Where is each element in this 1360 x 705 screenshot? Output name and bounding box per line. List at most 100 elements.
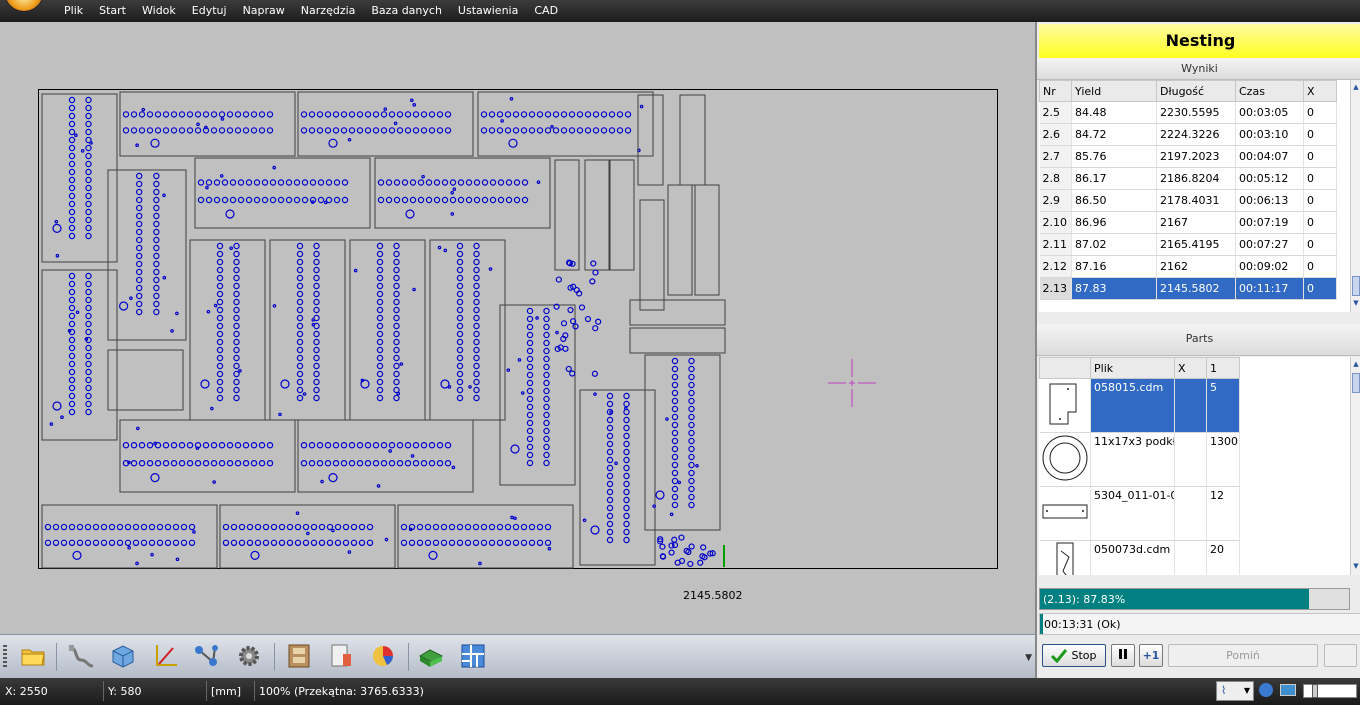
nodes-icon[interactable] — [190, 639, 224, 673]
zoom-slider-thumb[interactable] — [1312, 684, 1318, 698]
units-label: [mm] — [211, 685, 242, 698]
part-x — [1174, 378, 1207, 433]
results-cell: 86.96 — [1071, 211, 1157, 234]
results-cell: 2162 — [1156, 255, 1236, 278]
parts-col-header[interactable] — [1039, 357, 1091, 379]
results-cell: 2.5 — [1039, 101, 1072, 124]
results-cell: 2167 — [1156, 211, 1236, 234]
results-row[interactable]: 2.8 86.17 2186.8204 00:05:12 0 — [1039, 167, 1337, 190]
part-file: 058015.cdm — [1090, 378, 1175, 433]
plus-one-button[interactable]: +1 — [1139, 644, 1163, 667]
panel-title: Nesting — [1039, 24, 1360, 58]
results-row[interactable]: 2.12 87.16 2162 00:09:02 0 — [1039, 255, 1337, 278]
results-row[interactable]: 2.5 84.48 2230.5595 00:03:05 0 — [1039, 101, 1337, 124]
parts-row[interactable]: 058015.cdm 5 — [1039, 378, 1240, 433]
pause-icon — [1118, 649, 1128, 662]
parts-scroll-thumb[interactable] — [1352, 373, 1360, 393]
gear-icon[interactable] — [232, 639, 266, 673]
app-menu-button[interactable] — [4, 0, 44, 12]
axes-icon[interactable] — [148, 639, 182, 673]
zoom-label: 100% (Przekątna: 3765.6333) — [259, 685, 424, 698]
results-cell: 84.72 — [1071, 123, 1157, 146]
zoom-slider[interactable] — [1303, 684, 1357, 698]
results-scroll-thumb[interactable] — [1352, 276, 1360, 296]
chevron-down-icon: ▼ — [1243, 686, 1250, 695]
scroll-up-icon[interactable]: ▲ — [1351, 82, 1360, 93]
menu-plik[interactable]: Plik — [56, 0, 91, 22]
results-col-header[interactable]: Nr — [1039, 80, 1072, 102]
results-col-header[interactable]: Yield — [1071, 80, 1157, 102]
toolbar-grip[interactable] — [3, 645, 7, 669]
results-row[interactable]: 2.6 84.72 2224.3226 00:03:10 0 — [1039, 123, 1337, 146]
results-cell: 87.16 — [1071, 255, 1157, 278]
menu-cad[interactable]: CAD — [526, 0, 566, 22]
scroll-up-icon[interactable]: ▲ — [1351, 359, 1360, 370]
menu-edytuj[interactable]: Edytuj — [184, 0, 235, 22]
bottom-toolbar: ▼ — [0, 634, 1035, 678]
results-row[interactable]: 2.10 86.96 2167 00:07:19 0 — [1039, 211, 1337, 234]
results-row[interactable]: 2.13 87.83 2145.5802 00:11:17 0 — [1039, 277, 1337, 300]
extra-button[interactable] — [1324, 644, 1357, 667]
scroll-down-icon[interactable]: ▼ — [1351, 298, 1360, 309]
film-icon[interactable] — [282, 639, 316, 673]
results-cell: 00:03:10 — [1235, 123, 1304, 146]
elapsed-time-text: 00:13:31 (Ok) — [1044, 618, 1121, 631]
results-cell: 0 — [1303, 101, 1337, 124]
toolbar-overflow-icon[interactable]: ▼ — [1025, 653, 1032, 663]
results-col-header[interactable]: Czas — [1235, 80, 1304, 102]
results-cell: 2178.4031 — [1156, 189, 1236, 212]
pause-button[interactable] — [1111, 644, 1135, 667]
status-bar: X: 2550 Y: 580 [mm] 100% (Przekątna: 376… — [0, 678, 1360, 705]
results-grid: Nr Yield Długość Czas X 2.5 84.48 2230.5595 00:… — [1039, 80, 1350, 312]
folder-icon[interactable] — [16, 639, 50, 673]
part-file: 11x17x3 podkład — [1090, 432, 1175, 487]
parts-col-header[interactable]: X — [1174, 357, 1207, 379]
menu-start[interactable]: Start — [91, 0, 134, 22]
skip-button[interactable]: Pomiń — [1168, 644, 1318, 667]
results-col-header[interactable]: Długość — [1156, 80, 1236, 102]
results-scrollbar[interactable]: ▲ ▼ — [1350, 80, 1360, 312]
report-icon[interactable] — [324, 639, 358, 673]
y-coordinate: Y: 580 — [108, 685, 142, 698]
cube-icon[interactable] — [106, 639, 140, 673]
menu-narzedzia[interactable]: Narzędzia — [293, 0, 364, 22]
menu-ustawienia[interactable]: Ustawienia — [450, 0, 526, 22]
part-thumbnail — [1039, 486, 1091, 541]
pie-chart-icon[interactable] — [366, 639, 400, 673]
parts-row[interactable]: 11x17x3 podkład 1300 — [1039, 432, 1240, 487]
part-x — [1174, 540, 1207, 575]
view-dropdown[interactable]: ⌇ ▼ — [1216, 681, 1254, 701]
parts-col-header[interactable]: 1 — [1206, 357, 1240, 379]
stop-button[interactable]: Stop — [1042, 644, 1106, 667]
results-cell: 2.11 — [1039, 233, 1072, 256]
part-thumbnail-icon — [1049, 383, 1076, 425]
parts-row[interactable]: 5304_011-01-00 12 — [1039, 486, 1240, 541]
results-cell: 86.17 — [1071, 167, 1157, 190]
results-row[interactable]: 2.9 86.50 2178.4031 00:06:13 0 — [1039, 189, 1337, 212]
part-qty: 12 — [1206, 486, 1240, 541]
menu-baza-danych[interactable]: Baza danych — [363, 0, 450, 22]
screen-icon[interactable] — [1280, 684, 1296, 696]
nesting-canvas[interactable]: 2145.5802 — [0, 22, 1035, 632]
scroll-down-icon[interactable]: ▼ — [1351, 561, 1360, 572]
results-col-header[interactable]: X — [1303, 80, 1337, 102]
menu-bar: Plik Start Widok Edytuj Napraw Narzędzia… — [0, 0, 1360, 22]
export-icon[interactable] — [414, 639, 448, 673]
part-thumbnail — [1039, 540, 1091, 575]
part-file: 5304_011-01-00 — [1090, 486, 1175, 541]
parts-scrollbar[interactable]: ▲ ▼ — [1350, 357, 1360, 575]
results-cell: 2230.5595 — [1156, 101, 1236, 124]
nesting-grid-icon[interactable] — [456, 639, 490, 673]
parts-col-header[interactable]: Plik — [1090, 357, 1175, 379]
results-row[interactable]: 2.11 87.02 2165.4195 00:07:27 0 — [1039, 233, 1337, 256]
results-cell: 0 — [1303, 189, 1337, 212]
menu-napraw[interactable]: Napraw — [235, 0, 293, 22]
menu-widok[interactable]: Widok — [134, 0, 184, 22]
layers-icon[interactable] — [1259, 683, 1273, 697]
results-row[interactable]: 2.7 85.76 2197.2023 00:04:07 0 — [1039, 145, 1337, 168]
wire-icon[interactable] — [64, 639, 98, 673]
parts-row[interactable]: 050073d.cdm 20 — [1039, 540, 1240, 575]
results-cell: 2145.5802 — [1156, 277, 1236, 300]
results-cell: 0 — [1303, 123, 1337, 146]
part-qty: 20 — [1206, 540, 1240, 575]
